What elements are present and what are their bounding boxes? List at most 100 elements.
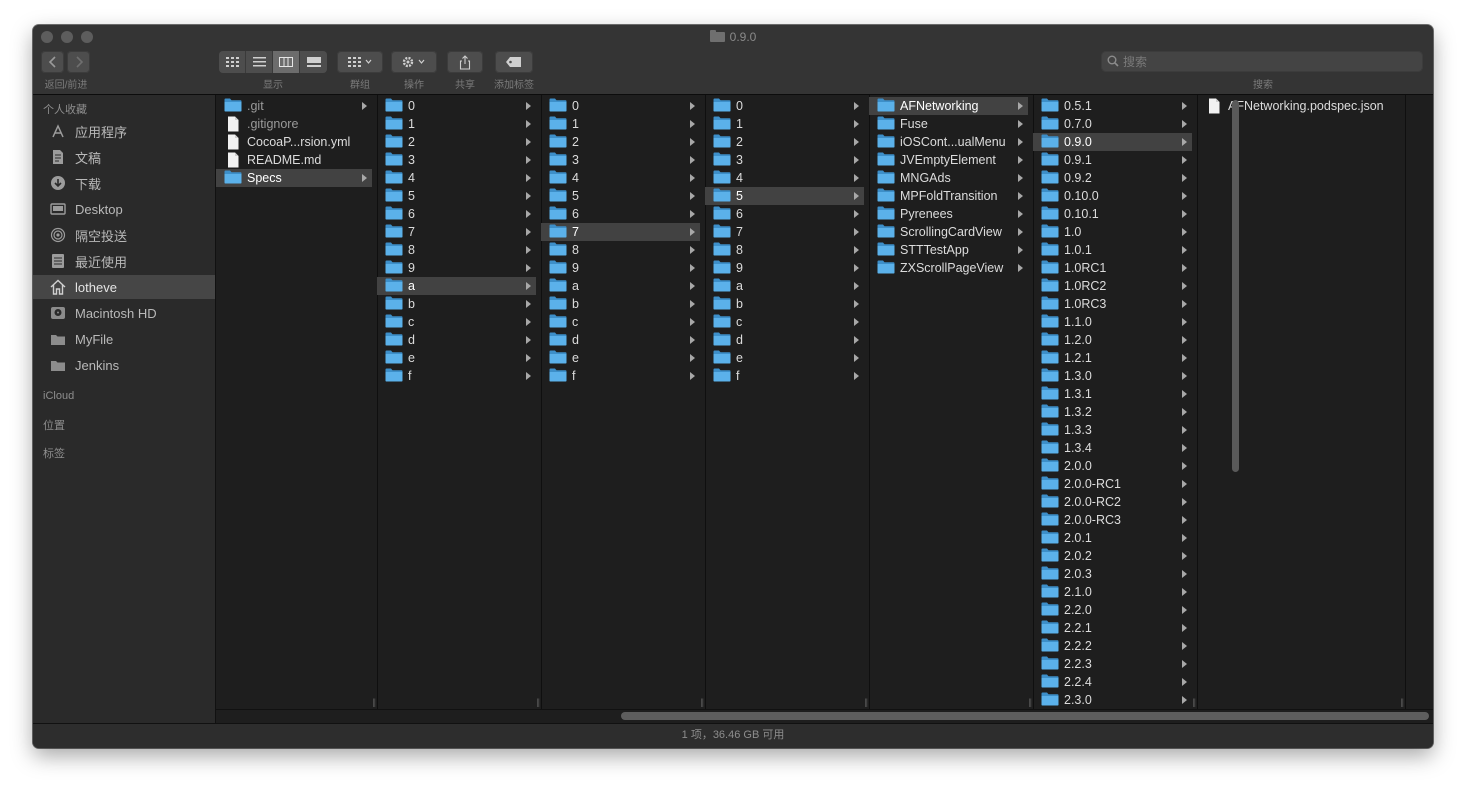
folder-row[interactable]: MNGAds xyxy=(869,169,1028,187)
folder-row[interactable]: 2.2.1 xyxy=(1033,619,1192,637)
folder-row[interactable]: 2.2.4 xyxy=(1033,673,1192,691)
folder-row[interactable]: Fuse xyxy=(869,115,1028,133)
folder-row[interactable]: 1.0RC1 xyxy=(1033,259,1192,277)
folder-row[interactable]: 9 xyxy=(541,259,700,277)
icon-view-button[interactable] xyxy=(219,51,246,73)
folder-row[interactable]: 2.0.2 xyxy=(1033,547,1192,565)
folder-row[interactable]: ScrollingCardView xyxy=(869,223,1028,241)
sidebar-item-lotheve[interactable]: lotheve xyxy=(33,275,215,299)
folder-row[interactable]: f xyxy=(541,367,700,385)
forward-button[interactable] xyxy=(67,51,90,73)
folder-row[interactable]: 6 xyxy=(541,205,700,223)
folder-row[interactable]: 1.0RC3 xyxy=(1033,295,1192,313)
folder-row[interactable]: 0.9.2 xyxy=(1033,169,1192,187)
folder-row[interactable]: e xyxy=(377,349,536,367)
folder-row[interactable]: 1.0.1 xyxy=(1033,241,1192,259)
folder-row[interactable]: 2.2.2 xyxy=(1033,637,1192,655)
search-input[interactable] xyxy=(1123,51,1413,72)
folder-row[interactable]: 1.1.0 xyxy=(1033,313,1192,331)
folder-row[interactable]: 8 xyxy=(541,241,700,259)
folder-row[interactable]: 2.0.0-RC2 xyxy=(1033,493,1192,511)
folder-row[interactable]: 7 xyxy=(541,223,700,241)
sidebar-item-最近使用[interactable]: 最近使用 xyxy=(33,249,215,273)
gallery-view-button[interactable] xyxy=(300,51,327,73)
action-button[interactable] xyxy=(391,51,437,73)
folder-row[interactable]: 1.3.3 xyxy=(1033,421,1192,439)
search-field[interactable] xyxy=(1101,51,1423,72)
folder-row[interactable]: 7 xyxy=(377,223,536,241)
folder-row[interactable]: ZXScrollPageView xyxy=(869,259,1028,277)
folder-row[interactable]: a xyxy=(705,277,864,295)
folder-row[interactable]: 1.3.4 xyxy=(1033,439,1192,457)
folder-row[interactable]: 0 xyxy=(541,97,700,115)
group-button[interactable] xyxy=(337,51,383,73)
folder-row[interactable]: 1 xyxy=(377,115,536,133)
folder-row[interactable]: 2.0.0-RC1 xyxy=(1033,475,1192,493)
folder-row[interactable]: 6 xyxy=(705,205,864,223)
folder-row[interactable]: 4 xyxy=(377,169,536,187)
folder-row[interactable]: 1 xyxy=(541,115,700,133)
folder-row[interactable]: b xyxy=(377,295,536,313)
folder-row[interactable]: 1.0 xyxy=(1033,223,1192,241)
tags-header[interactable]: 标签 xyxy=(43,445,65,461)
folder-row[interactable]: 2 xyxy=(541,133,700,151)
folder-row[interactable]: 1 xyxy=(705,115,864,133)
folder-row[interactable]: f xyxy=(377,367,536,385)
folder-row[interactable]: 3 xyxy=(705,151,864,169)
folder-row[interactable]: 6 xyxy=(377,205,536,223)
folder-row[interactable]: 0.7.0 xyxy=(1033,115,1192,133)
folder-row[interactable]: Specs xyxy=(216,169,372,187)
folder-row[interactable]: 4 xyxy=(705,169,864,187)
folder-row[interactable]: d xyxy=(377,331,536,349)
folder-row[interactable]: c xyxy=(541,313,700,331)
horizontal-scrollbar[interactable] xyxy=(621,712,1429,720)
folder-row[interactable]: JVEmptyElement xyxy=(869,151,1028,169)
folder-row[interactable]: 2.0.0 xyxy=(1033,457,1192,475)
folder-row[interactable]: 2 xyxy=(377,133,536,151)
folder-row[interactable]: 8 xyxy=(705,241,864,259)
folder-row[interactable]: 1.3.0 xyxy=(1033,367,1192,385)
folder-row[interactable]: .git xyxy=(216,97,372,115)
folder-row[interactable]: 0.9.1 xyxy=(1033,151,1192,169)
tags-button[interactable] xyxy=(495,51,533,73)
folder-row[interactable]: 1.2.1 xyxy=(1033,349,1192,367)
folder-row[interactable]: 5 xyxy=(541,187,700,205)
folder-row[interactable]: 3 xyxy=(377,151,536,169)
folder-row[interactable]: 2.0.3 xyxy=(1033,565,1192,583)
column-resize-handle[interactable]: || xyxy=(1028,697,1032,707)
folder-row[interactable]: AFNetworking xyxy=(869,97,1028,115)
folder-row[interactable]: 2 xyxy=(705,133,864,151)
folder-row[interactable]: a xyxy=(541,277,700,295)
folder-row[interactable]: MPFoldTransition xyxy=(869,187,1028,205)
folder-row[interactable]: 2.3.0 xyxy=(1033,691,1192,709)
folder-row[interactable]: 0.10.1 xyxy=(1033,205,1192,223)
folder-row[interactable]: 1.3.1 xyxy=(1033,385,1192,403)
folder-row[interactable]: a xyxy=(377,277,536,295)
folder-row[interactable]: d xyxy=(705,331,864,349)
folder-row[interactable]: 9 xyxy=(705,259,864,277)
folder-row[interactable]: e xyxy=(705,349,864,367)
folder-row[interactable]: 0.5.1 xyxy=(1033,97,1192,115)
folder-row[interactable]: 2.0.0-RC3 xyxy=(1033,511,1192,529)
folder-row[interactable]: 2.0.1 xyxy=(1033,529,1192,547)
sidebar-item-desktop[interactable]: Desktop xyxy=(33,197,215,221)
folder-row[interactable]: 9 xyxy=(377,259,536,277)
file-row[interactable]: .gitignore xyxy=(216,115,372,133)
column-resize-handle[interactable]: || xyxy=(700,697,704,707)
column-resize-handle[interactable]: || xyxy=(1192,697,1196,707)
folder-row[interactable]: 3 xyxy=(541,151,700,169)
locations-header[interactable]: 位置 xyxy=(43,417,65,433)
folder-row[interactable]: 0 xyxy=(705,97,864,115)
back-button[interactable] xyxy=(41,51,64,73)
folder-row[interactable]: 0 xyxy=(377,97,536,115)
sidebar-item-应用程序[interactable]: 应用程序 xyxy=(33,119,215,143)
folder-row[interactable]: 8 xyxy=(377,241,536,259)
column-resize-handle[interactable]: || xyxy=(864,697,868,707)
file-row[interactable]: CocoaP...rsion.yml xyxy=(216,133,372,151)
sidebar-item-文稿[interactable]: 文稿 xyxy=(33,145,215,169)
column-view-button[interactable] xyxy=(273,51,300,73)
folder-row[interactable]: 0.10.0 xyxy=(1033,187,1192,205)
folder-row[interactable]: 1.0RC2 xyxy=(1033,277,1192,295)
folder-row[interactable]: 0.9.0 xyxy=(1033,133,1192,151)
folder-row[interactable]: 1.2.0 xyxy=(1033,331,1192,349)
